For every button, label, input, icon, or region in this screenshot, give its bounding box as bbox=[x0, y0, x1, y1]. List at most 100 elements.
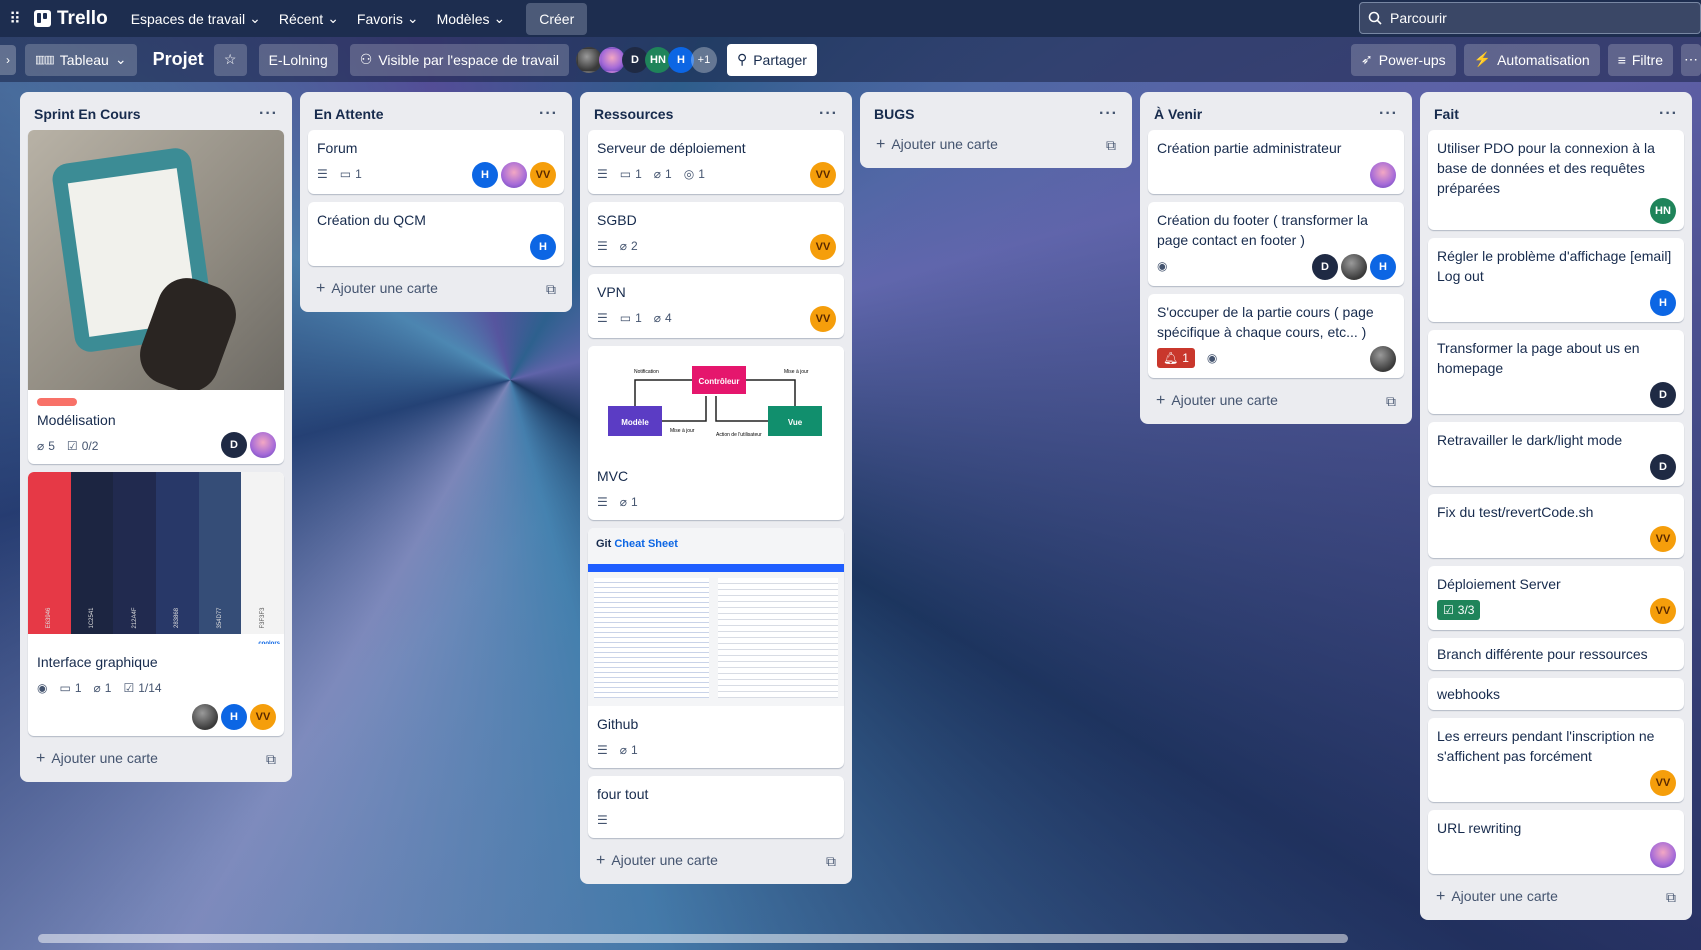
board-menu-button[interactable]: ⋯ bbox=[1681, 43, 1701, 76]
card[interactable]: Utiliser PDO pour la connexion à la base… bbox=[1428, 130, 1684, 230]
card[interactable]: E63946 1C2541 212A4F 283868 354D77 F3F3F3 coo… bbox=[28, 472, 284, 736]
add-card-button[interactable]: + Ajouter une carte ⧉ bbox=[28, 744, 284, 774]
card[interactable]: S'occuper de la partie cours ( page spéc… bbox=[1148, 294, 1404, 378]
avatar[interactable]: HN bbox=[1650, 198, 1676, 224]
avatar[interactable] bbox=[1370, 162, 1396, 188]
card[interactable]: Modélisation ⌀ 5 ☑ 0/2 D bbox=[28, 130, 284, 464]
avatar[interactable]: D bbox=[1312, 254, 1338, 280]
card[interactable]: Forum ☰ ▭ 1 H VV bbox=[308, 130, 564, 194]
template-icon[interactable]: ⧉ bbox=[546, 281, 556, 298]
board-title[interactable]: Projet bbox=[153, 49, 204, 70]
template-icon[interactable]: ⧉ bbox=[266, 751, 276, 768]
card[interactable]: Régler le problème d'affichage [email] L… bbox=[1428, 238, 1684, 322]
card[interactable]: Transformer la page about us en homepage… bbox=[1428, 330, 1684, 414]
template-icon[interactable]: ⧉ bbox=[826, 853, 836, 870]
view-switcher[interactable]: ▥▥ Tableau ⌄ bbox=[25, 43, 137, 76]
list-title[interactable]: Fait bbox=[1434, 106, 1459, 122]
list-title[interactable]: Sprint En Cours bbox=[34, 106, 141, 122]
avatar[interactable] bbox=[1650, 842, 1676, 868]
list-header[interactable]: BUGS ··· bbox=[868, 98, 1124, 130]
avatar[interactable]: VV bbox=[810, 306, 836, 332]
list-header[interactable]: Sprint En Cours ··· bbox=[28, 98, 284, 130]
avatar[interactable]: H bbox=[1650, 290, 1676, 316]
avatar[interactable] bbox=[501, 162, 527, 188]
avatar[interactable]: VV bbox=[1650, 526, 1676, 552]
add-card-button[interactable]: + Ajouter une carte ⧉ bbox=[868, 130, 1124, 160]
card[interactable]: Création du footer ( transformer la page… bbox=[1148, 202, 1404, 286]
workspace-button[interactable]: E-Lolning bbox=[258, 43, 338, 76]
avatar[interactable]: D bbox=[221, 432, 247, 458]
avatar[interactable] bbox=[192, 704, 218, 730]
card[interactable]: Branch différente pour ressources bbox=[1428, 638, 1684, 670]
template-icon[interactable]: ⧉ bbox=[1666, 889, 1676, 906]
card[interactable]: URL rewriting bbox=[1428, 810, 1684, 874]
nav-workspaces[interactable]: Espaces de travail ⌄ bbox=[122, 3, 270, 35]
more-icon[interactable]: ··· bbox=[1379, 105, 1398, 123]
more-icon[interactable]: ··· bbox=[539, 105, 558, 123]
card[interactable]: Déploiement Server ☑ 3/3 VV bbox=[1428, 566, 1684, 630]
card[interactable]: Git Cheat Sheet Github ☰ ⌀ 1 bbox=[588, 528, 844, 768]
add-card-button[interactable]: + Ajouter une carte ⧉ bbox=[1148, 386, 1404, 416]
avatar[interactable] bbox=[1341, 254, 1367, 280]
filter-button[interactable]: ≡ Filtre bbox=[1607, 43, 1673, 76]
avatar[interactable]: D bbox=[1650, 382, 1676, 408]
sidebar-expand-button[interactable]: › bbox=[0, 44, 16, 75]
avatar[interactable]: VV bbox=[810, 162, 836, 188]
avatar[interactable]: VV bbox=[530, 162, 556, 188]
list-title[interactable]: À Venir bbox=[1154, 106, 1202, 122]
list-header[interactable]: Fait ··· bbox=[1428, 98, 1684, 130]
more-icon[interactable]: ··· bbox=[1099, 105, 1118, 123]
list-title[interactable]: BUGS bbox=[874, 106, 914, 122]
list-header[interactable]: Ressources ··· bbox=[588, 98, 844, 130]
card[interactable]: four tout ☰ bbox=[588, 776, 844, 838]
card[interactable]: SGBD ☰ ⌀ 2 VV bbox=[588, 202, 844, 266]
card[interactable]: Création partie administrateur bbox=[1148, 130, 1404, 194]
star-button[interactable]: ☆ bbox=[213, 43, 247, 76]
avatar[interactable]: VV bbox=[1650, 598, 1676, 624]
card[interactable]: Fix du test/revertCode.sh VV bbox=[1428, 494, 1684, 558]
add-card-button[interactable]: + Ajouter une carte ⧉ bbox=[308, 274, 564, 304]
avatar[interactable]: H bbox=[472, 162, 498, 188]
more-icon[interactable]: ··· bbox=[1659, 105, 1678, 123]
more-members[interactable]: +1 bbox=[690, 46, 717, 73]
list-title[interactable]: Ressources bbox=[594, 106, 673, 122]
avatar[interactable] bbox=[1370, 346, 1396, 372]
card[interactable]: Serveur de déploiement ☰ ▭ 1 ⌀ 1 ◎ 1 VV bbox=[588, 130, 844, 194]
card[interactable]: Contrôleur Modèle Vue Notification Mise … bbox=[588, 346, 844, 520]
share-button[interactable]: ⚲ Partager bbox=[726, 43, 817, 76]
template-icon[interactable]: ⧉ bbox=[1386, 393, 1396, 410]
apps-grid-icon[interactable]: ⠿ bbox=[2, 9, 28, 29]
avatar[interactable]: H bbox=[530, 234, 556, 260]
list-header[interactable]: En Attente ··· bbox=[308, 98, 564, 130]
list-header[interactable]: À Venir ··· bbox=[1148, 98, 1404, 130]
add-card-button[interactable]: + Ajouter une carte ⧉ bbox=[588, 846, 844, 876]
avatar[interactable]: VV bbox=[1650, 770, 1676, 796]
trello-logo[interactable]: Trello bbox=[34, 8, 108, 30]
avatar[interactable]: H bbox=[221, 704, 247, 730]
automation-button[interactable]: ⚡ Automatisation bbox=[1463, 43, 1600, 76]
template-icon[interactable]: ⧉ bbox=[1106, 137, 1116, 154]
card-label-red[interactable] bbox=[37, 398, 77, 406]
more-icon[interactable]: ··· bbox=[259, 105, 278, 123]
powerups-button[interactable]: ➶ Power-ups bbox=[1351, 43, 1456, 76]
avatar[interactable]: VV bbox=[810, 234, 836, 260]
card[interactable]: Les erreurs pendant l'inscription ne s'a… bbox=[1428, 718, 1684, 802]
card[interactable]: Création du QCM H bbox=[308, 202, 564, 266]
card[interactable]: VPN ☰ ▭ 1 ⌀ 4 VV bbox=[588, 274, 844, 338]
visibility-button[interactable]: ⚇ Visible par l'espace de travail bbox=[349, 43, 569, 76]
avatar[interactable]: H bbox=[1370, 254, 1396, 280]
search-input[interactable]: Parcourir bbox=[1359, 2, 1701, 34]
more-icon[interactable]: ··· bbox=[819, 105, 838, 123]
avatar[interactable]: VV bbox=[250, 704, 276, 730]
list-title[interactable]: En Attente bbox=[314, 106, 383, 122]
horizontal-scrollbar[interactable] bbox=[38, 934, 1348, 943]
card[interactable]: webhooks bbox=[1428, 678, 1684, 710]
nav-recent[interactable]: Récent ⌄ bbox=[270, 3, 348, 35]
avatar[interactable]: D bbox=[1650, 454, 1676, 480]
create-button[interactable]: Créer bbox=[526, 2, 588, 35]
avatar[interactable] bbox=[250, 432, 276, 458]
card[interactable]: Retravailler le dark/light mode D bbox=[1428, 422, 1684, 486]
nav-templates[interactable]: Modèles ⌄ bbox=[428, 3, 515, 35]
nav-favorites[interactable]: Favoris ⌄ bbox=[348, 3, 428, 35]
add-card-button[interactable]: + Ajouter une carte ⧉ bbox=[1428, 882, 1684, 912]
